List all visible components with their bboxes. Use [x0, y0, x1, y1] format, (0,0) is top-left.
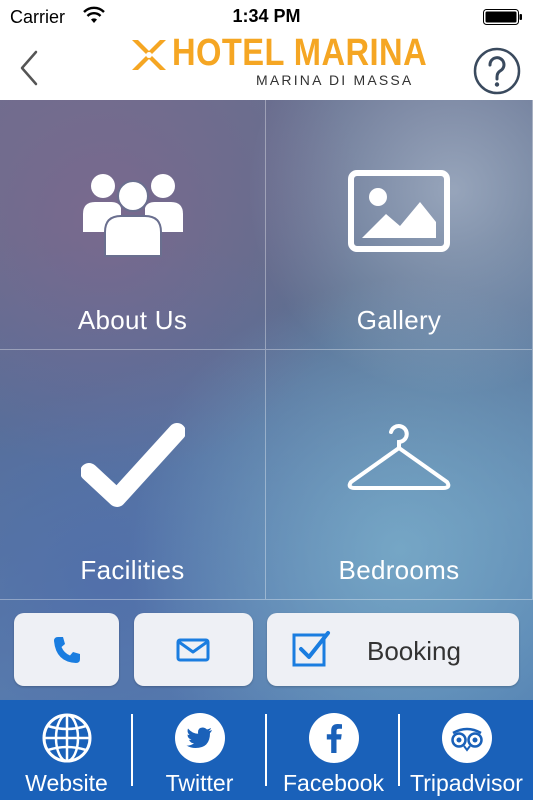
envelope-icon: [176, 638, 210, 662]
image-icon: [348, 170, 450, 252]
checkbox-icon: [292, 631, 330, 667]
tile-label: About Us: [77, 305, 188, 335]
booking-button[interactable]: Booking: [267, 613, 519, 686]
back-chevron-icon[interactable]: [14, 48, 44, 88]
social-label: Twitter: [165, 770, 234, 796]
hanger-icon: [347, 424, 451, 490]
email-button[interactable]: [134, 613, 253, 686]
social-bar: Website Twitter Facebook Tripadvisor: [0, 700, 533, 800]
facebook-icon: [308, 713, 359, 763]
checkmark-icon: [80, 423, 185, 507]
tripadvisor-icon: [441, 713, 492, 763]
status-time: 1:34 PM: [232, 6, 301, 26]
booking-label: Booking: [367, 636, 461, 666]
tile-about-us[interactable]: About Us: [0, 100, 266, 350]
tile-bedrooms[interactable]: Bedrooms: [266, 350, 533, 600]
globe-icon: [42, 713, 91, 763]
battery-icon: [483, 9, 522, 25]
phone-button[interactable]: [14, 613, 119, 686]
tile-facilities[interactable]: Facilities: [0, 350, 266, 600]
logo-title: HOTEL MARINA: [172, 32, 428, 74]
hotel-logo: HOTEL MARINA MARINA DI MASSA: [128, 32, 427, 94]
app-header: HOTEL MARINA MARINA DI MASSA: [0, 32, 533, 101]
status-bar: Carrier 1:34 PM: [0, 0, 533, 34]
logo-subtitle: MARINA DI MASSA: [256, 72, 414, 88]
tile-gallery[interactable]: Gallery: [266, 100, 533, 350]
phone-icon: [54, 637, 80, 663]
contact-actions: Booking: [0, 610, 533, 700]
tile-label: Bedrooms: [338, 555, 460, 585]
social-label: Website: [25, 770, 108, 796]
social-tripadvisor[interactable]: Tripadvisor: [400, 700, 533, 800]
social-website[interactable]: Website: [0, 700, 133, 800]
social-label: Facebook: [282, 770, 384, 796]
tile-label: Gallery: [356, 305, 442, 335]
help-icon[interactable]: [473, 47, 521, 95]
hotel-logo-mark-icon: [132, 40, 166, 70]
twitter-icon: [174, 713, 225, 763]
social-label: Tripadvisor: [410, 770, 523, 796]
social-twitter[interactable]: Twitter: [133, 700, 266, 800]
people-icon: [82, 174, 183, 257]
tile-label: Facilities: [80, 555, 185, 585]
main-menu-grid: About Us Gallery Facilities Bedrooms Boo…: [0, 100, 533, 700]
social-facebook[interactable]: Facebook: [267, 700, 400, 800]
